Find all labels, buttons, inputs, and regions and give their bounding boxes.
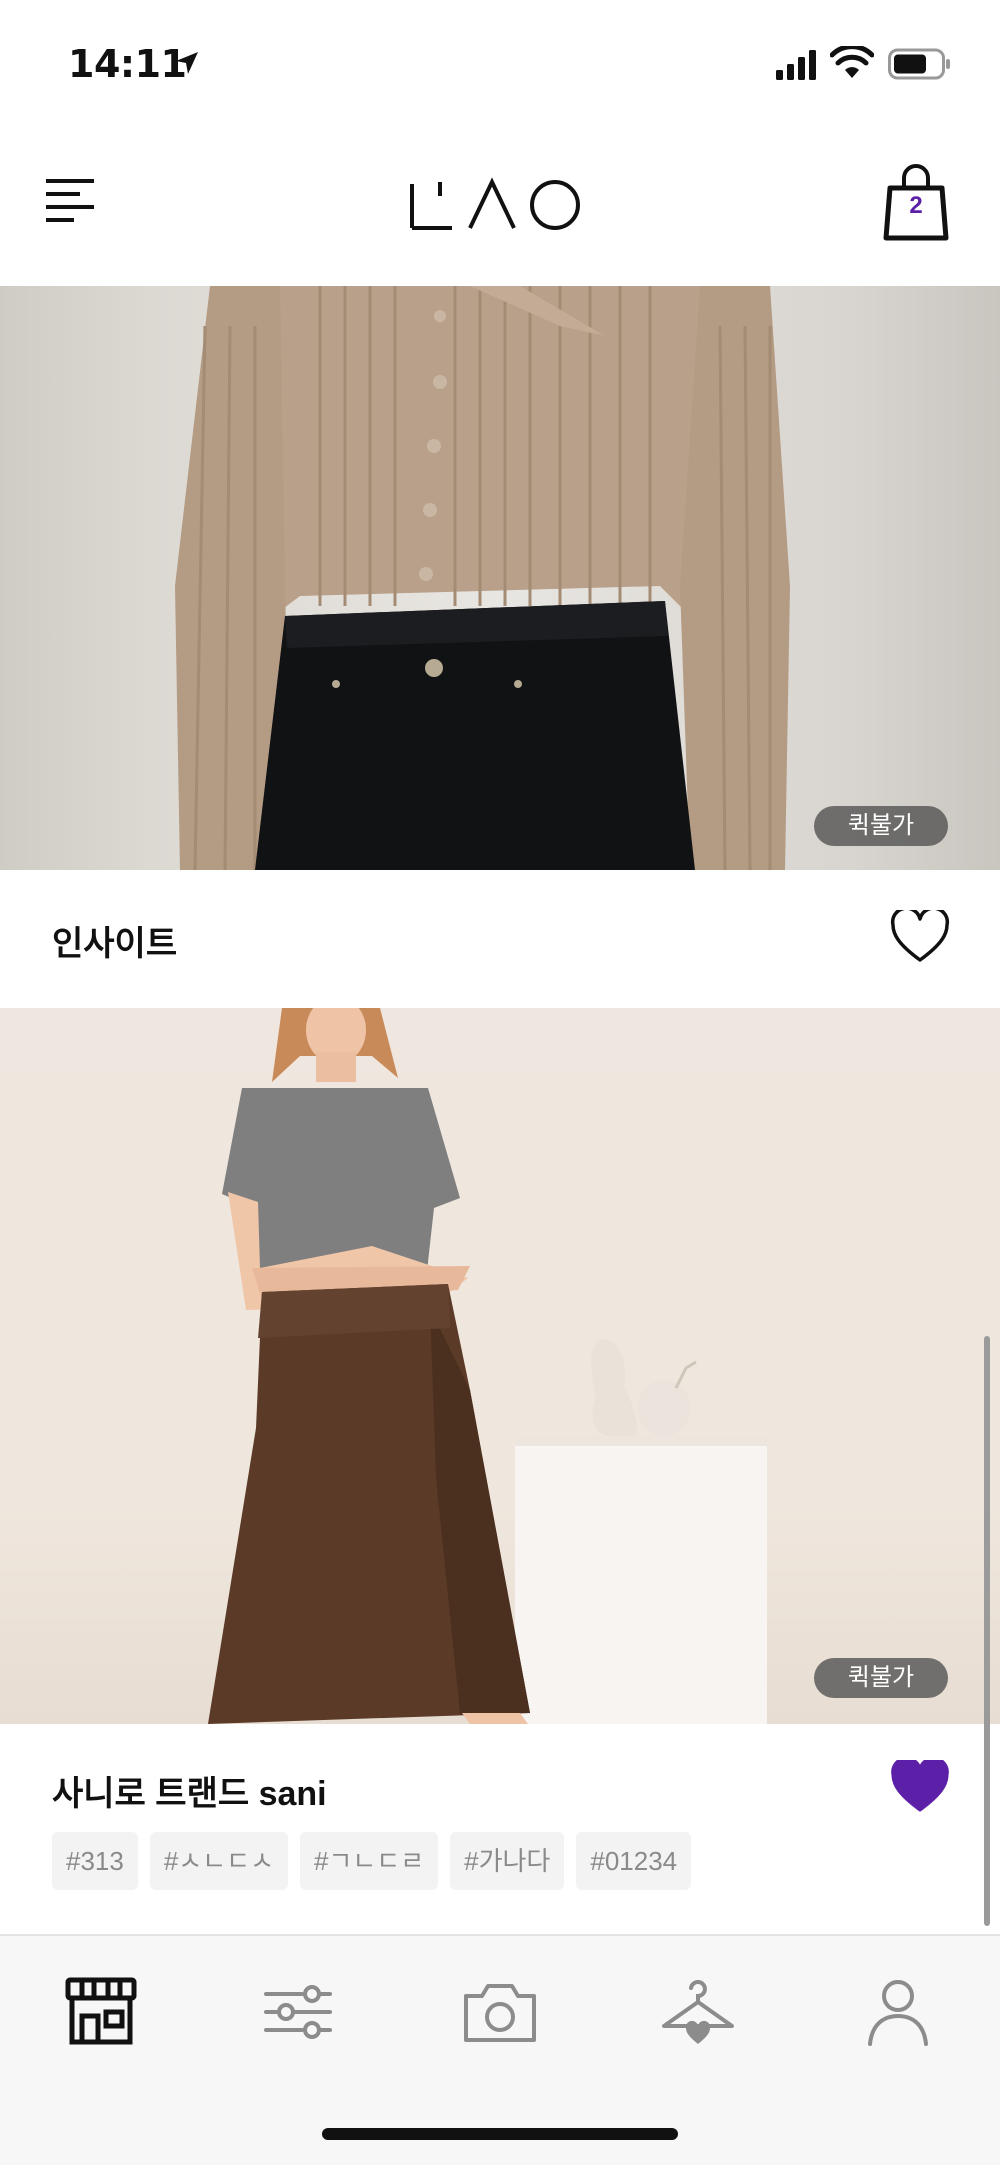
product-name[interactable]: 사니로 트랜드 sani: [52, 1766, 327, 1815]
home-indicator[interactable]: [322, 2128, 678, 2140]
status-time: 14:11: [68, 42, 187, 86]
product-image[interactable]: 퀵불가: [0, 1008, 1000, 1724]
product-card-info[interactable]: 사니로 트랜드 sani #313 #ㅅㄴㄷㅅ #ㄱㄴㄷㄹ #가나다 #0123…: [0, 1724, 1000, 1934]
cart-count-badge: 2: [909, 192, 923, 219]
product-card-info[interactable]: 인사이트: [0, 870, 1000, 1008]
hashtag[interactable]: #가나다: [450, 1832, 565, 1890]
spao-logo[interactable]: [408, 174, 584, 234]
signal-icon: [776, 50, 816, 80]
heart-outline-icon[interactable]: [890, 910, 950, 964]
heart-filled-icon[interactable]: [890, 1760, 950, 1814]
status-bar: 14:11: [0, 0, 1000, 130]
profile-icon[interactable]: [858, 1972, 938, 2052]
menu-icon[interactable]: [44, 175, 96, 227]
hashtag[interactable]: #ㄱㄴㄷㄹ: [299, 1832, 439, 1890]
store-icon[interactable]: [62, 1972, 142, 2052]
battery-icon: [888, 48, 950, 80]
filter-sliders-icon[interactable]: [258, 1972, 338, 2052]
app-header: 2: [0, 130, 1000, 286]
hanger-heart-icon[interactable]: [658, 1972, 738, 2052]
hashtag[interactable]: #ㅅㄴㄷㅅ: [149, 1832, 288, 1890]
quick-delivery-unavailable-badge: 퀵불가: [814, 1658, 948, 1698]
wifi-icon: [830, 46, 874, 78]
scrollbar[interactable]: [984, 1336, 990, 1926]
camera-icon[interactable]: [460, 1972, 540, 2052]
location-arrow-icon: [176, 52, 198, 74]
product-name[interactable]: 인사이트: [52, 916, 177, 965]
product-photo-skirt: [208, 1008, 767, 1724]
product-photo-cardigan: [175, 286, 790, 870]
quick-delivery-unavailable-badge: 퀵불가: [814, 806, 948, 846]
hashtag-list: #313 #ㅅㄴㄷㅅ #ㄱㄴㄷㄹ #가나다 #01234: [52, 1832, 692, 1890]
hashtag[interactable]: #313: [52, 1832, 138, 1890]
product-image[interactable]: 퀵불가: [0, 286, 1000, 870]
hashtag[interactable]: #01234: [576, 1832, 692, 1890]
